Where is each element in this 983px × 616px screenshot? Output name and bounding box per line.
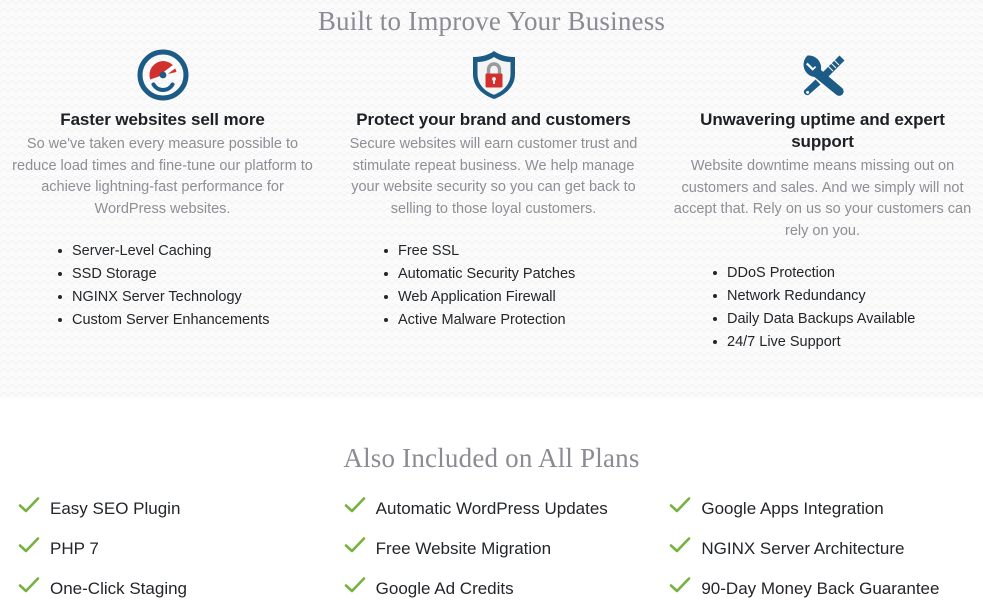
list-item: PHP 7 [18,536,332,561]
check-icon [344,576,376,594]
check-icon [18,576,50,594]
included-label: Google Ad Credits [375,579,514,598]
feature-description: So we've taken every measure possible to… [12,136,313,217]
feature-title: Protect your brand and customers [356,110,631,129]
check-icon [18,496,50,514]
included-label: One-Click Staging [50,579,188,598]
feature-column-speed: Faster websites sell more So we've taken… [0,49,329,354]
list-item: Google Ad Credits [344,576,658,601]
list-item: Custom Server Enhancements [58,309,317,331]
list-item: NGINX Server Technology [58,286,317,308]
list-item: Free SSL [384,240,648,262]
list-item: Free Website Migration [344,536,658,561]
included-label: Automatic WordPress Updates [375,499,608,518]
list-item: Network Redundancy [713,285,977,307]
list-item: One-Click Staging [18,576,332,601]
included-label: Easy SEO Plugin [50,499,181,518]
check-icon [669,576,701,594]
check-icon [669,496,701,514]
feature-column-security: Protect your brand and customers Secure … [329,49,658,354]
list-item: Daily Data Backups Available [713,308,977,330]
feature-title: Faster websites sell more [60,110,265,129]
included-label: Free Website Migration [375,539,552,558]
features-section-title: Built to Improve Your Business [317,6,666,36]
list-item: DDoS Protection [713,262,977,284]
also-included-grid: Easy SEO Plugin PHP 7 One-Click Staging [0,496,983,616]
check-icon [18,536,50,554]
list-item: Easy SEO Plugin [18,496,332,521]
feature-title: Unwavering uptime and expert support [700,110,945,151]
included-column-3: Google Apps Integration NGINX Server Arc… [657,496,983,616]
feature-list: Server-Level Caching SSD Storage NGINX S… [58,240,317,331]
list-item: Google Apps Integration [669,496,983,521]
feature-list: DDoS Protection Network Redundancy Daily… [713,262,977,353]
check-icon [669,536,701,554]
feature-column-support: Unwavering uptime and expert support Web… [658,49,983,354]
list-item: SSD Storage [58,263,317,285]
check-icon [344,536,376,554]
included-label: NGINX Server Architecture [701,539,905,558]
also-included-title: Also Included on All Plans [343,443,640,473]
included-column-2: Automatic WordPress Updates Free Website… [332,496,658,616]
shield-lock-icon [339,49,648,101]
check-icon [344,496,376,514]
list-item: Server-Level Caching [58,240,317,262]
speedometer-icon [8,49,317,101]
included-label: Google Apps Integration [701,499,884,518]
included-label: PHP 7 [50,539,99,558]
also-included-section: Also Included on All Plans Easy SEO Plug… [0,398,983,616]
wrench-screwdriver-icon [668,49,977,101]
list-item: Active Malware Protection [384,309,648,331]
feature-list: Free SSL Automatic Security Patches Web … [384,240,648,331]
list-item: NGINX Server Architecture [669,536,983,561]
included-label: 90-Day Money Back Guarantee [701,579,940,598]
feature-description: Secure websites will earn customer trust… [349,136,638,217]
included-column-1: Easy SEO Plugin PHP 7 One-Click Staging [0,496,332,616]
list-item: Automatic Security Patches [384,263,648,285]
feature-description: Website downtime means missing out on cu… [673,158,972,239]
list-item: 90-Day Money Back Guarantee [669,576,983,601]
list-item: 24/7 Live Support [713,331,977,353]
list-item: Automatic WordPress Updates [344,496,658,521]
list-item: Web Application Firewall [384,286,648,308]
features-section: Built to Improve Your Business Faster we… [0,0,983,398]
features-columns: Faster websites sell more So we've taken… [0,49,983,354]
